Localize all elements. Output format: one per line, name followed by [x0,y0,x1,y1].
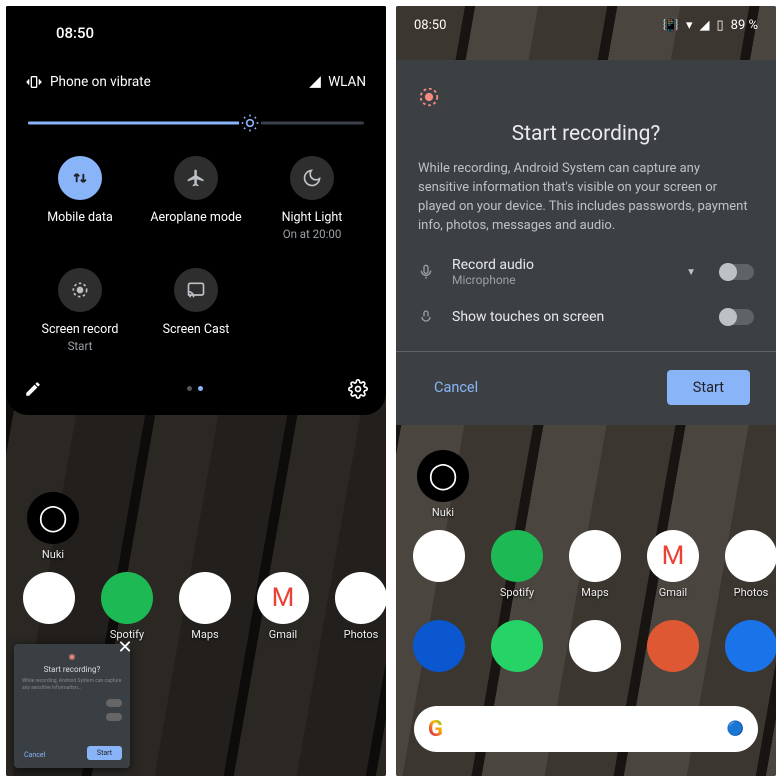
app-icon-spotify[interactable]: Spotify [488,530,546,599]
record-audio-row[interactable]: Record audio Microphone ▼ [418,257,754,287]
app-icon-folder[interactable] [20,572,78,641]
microphone-icon [418,264,436,280]
home-app-row: Spotify Maps MGmail Photos [20,572,386,641]
app-icon-folder[interactable] [410,530,468,599]
network-status[interactable]: WLAN [308,74,366,90]
record-icon: ◉ [22,652,122,661]
battery-icon: ▯ [716,18,723,33]
app-icon-camera[interactable] [722,620,776,672]
gear-icon [348,379,368,399]
mini-cancel: Cancel [24,751,45,759]
screenshot-left-quick-settings: ◯ Nuki Spotify Maps MGmail Photos 08:50 … [6,6,386,776]
app-icon-gmail[interactable]: MGmail [254,572,312,641]
app-icon-spotify[interactable]: Spotify [98,572,156,641]
record-icon [418,86,754,108]
app-icon-photos[interactable]: Photos [722,530,776,599]
vibrate-icon: 📳 [663,18,679,33]
home-app-row: ◯ Nuki [24,492,82,561]
search-bar[interactable]: G 🔵 [414,706,758,752]
battery-text: 89 % [731,18,758,33]
quick-settings-panel: 08:50 Phone on vibrate WLAN M [6,6,386,415]
mobile-data-icon [58,156,102,200]
edit-tiles-button[interactable] [24,380,42,398]
tile-screen-record[interactable]: Screen record Start [22,268,138,354]
cancel-button[interactable]: Cancel [422,371,490,404]
page-indicator [187,386,203,391]
app-icon-whatsapp[interactable] [488,620,546,672]
status-time: 08:50 [20,24,372,42]
app-icon-maps[interactable]: Maps [566,530,624,599]
show-touches-row[interactable]: Show touches on screen [418,309,754,325]
app-icon-photos[interactable]: Photos [332,572,386,641]
status-time: 08:50 [414,18,446,33]
screenshot-right-record-dialog: ◯Nuki Spotify Maps MGmail Photos G 🔵 08:… [396,6,776,776]
signal-icon: ◢ [699,18,709,33]
screen-record-dialog: Start recording? While recording, Androi… [396,60,776,425]
google-g-icon: G [428,717,443,742]
app-icon-maps[interactable]: Maps [176,572,234,641]
home-app-row: Spotify Maps MGmail Photos [410,530,776,599]
dock-row [410,620,776,672]
app-icon-gmail[interactable]: MGmail [644,530,702,599]
dialog-title: Start recording? [418,122,754,146]
pencil-icon [24,380,42,398]
status-bar: 08:50 📳 ▾ ◢ ▯ 89 % [396,6,776,41]
home-app-row: ◯Nuki [414,450,472,519]
app-icon-nuki[interactable]: ◯ Nuki [24,492,82,561]
brightness-slider[interactable] [28,112,364,134]
tile-night-light[interactable]: Night Light On at 20:00 [254,156,370,242]
brightness-icon [239,112,261,134]
start-button[interactable]: Start [667,370,750,405]
ringer-status[interactable]: Phone on vibrate [26,74,151,90]
settings-button[interactable] [348,379,368,399]
moon-icon [290,156,334,200]
tile-mobile-data[interactable]: Mobile data [22,156,138,242]
close-icon: ✕ [117,637,132,658]
mini-start: Start [87,746,122,760]
close-preview-button[interactable]: ✕ [112,634,138,660]
dialog-body: While recording, Android System can capt… [418,160,754,235]
app-icon-messages[interactable] [410,620,468,672]
app-icon-duckduckgo[interactable] [644,620,702,672]
assistant-icon[interactable]: 🔵 [727,721,744,737]
signal-icon [308,75,322,89]
show-touches-toggle[interactable] [720,309,754,325]
record-icon [58,268,102,312]
vibrate-icon [26,74,42,90]
tile-airplane-mode[interactable]: Aeroplane mode [138,156,254,242]
chevron-down-icon[interactable]: ▼ [686,267,696,278]
recents-preview-card[interactable]: ✕ ◉ Start recording? While recording, An… [14,644,130,768]
wifi-icon: ▾ [686,18,693,33]
cast-icon [174,268,218,312]
app-icon-slack[interactable] [566,620,624,672]
airplane-icon [174,156,218,200]
app-icon-nuki[interactable]: ◯Nuki [414,450,472,519]
qs-tiles-grid: Mobile data Aeroplane mode Night Light O… [20,156,372,355]
tile-screen-cast[interactable]: Screen Cast [138,268,254,354]
touch-icon [418,309,436,325]
record-audio-toggle[interactable] [720,264,754,280]
